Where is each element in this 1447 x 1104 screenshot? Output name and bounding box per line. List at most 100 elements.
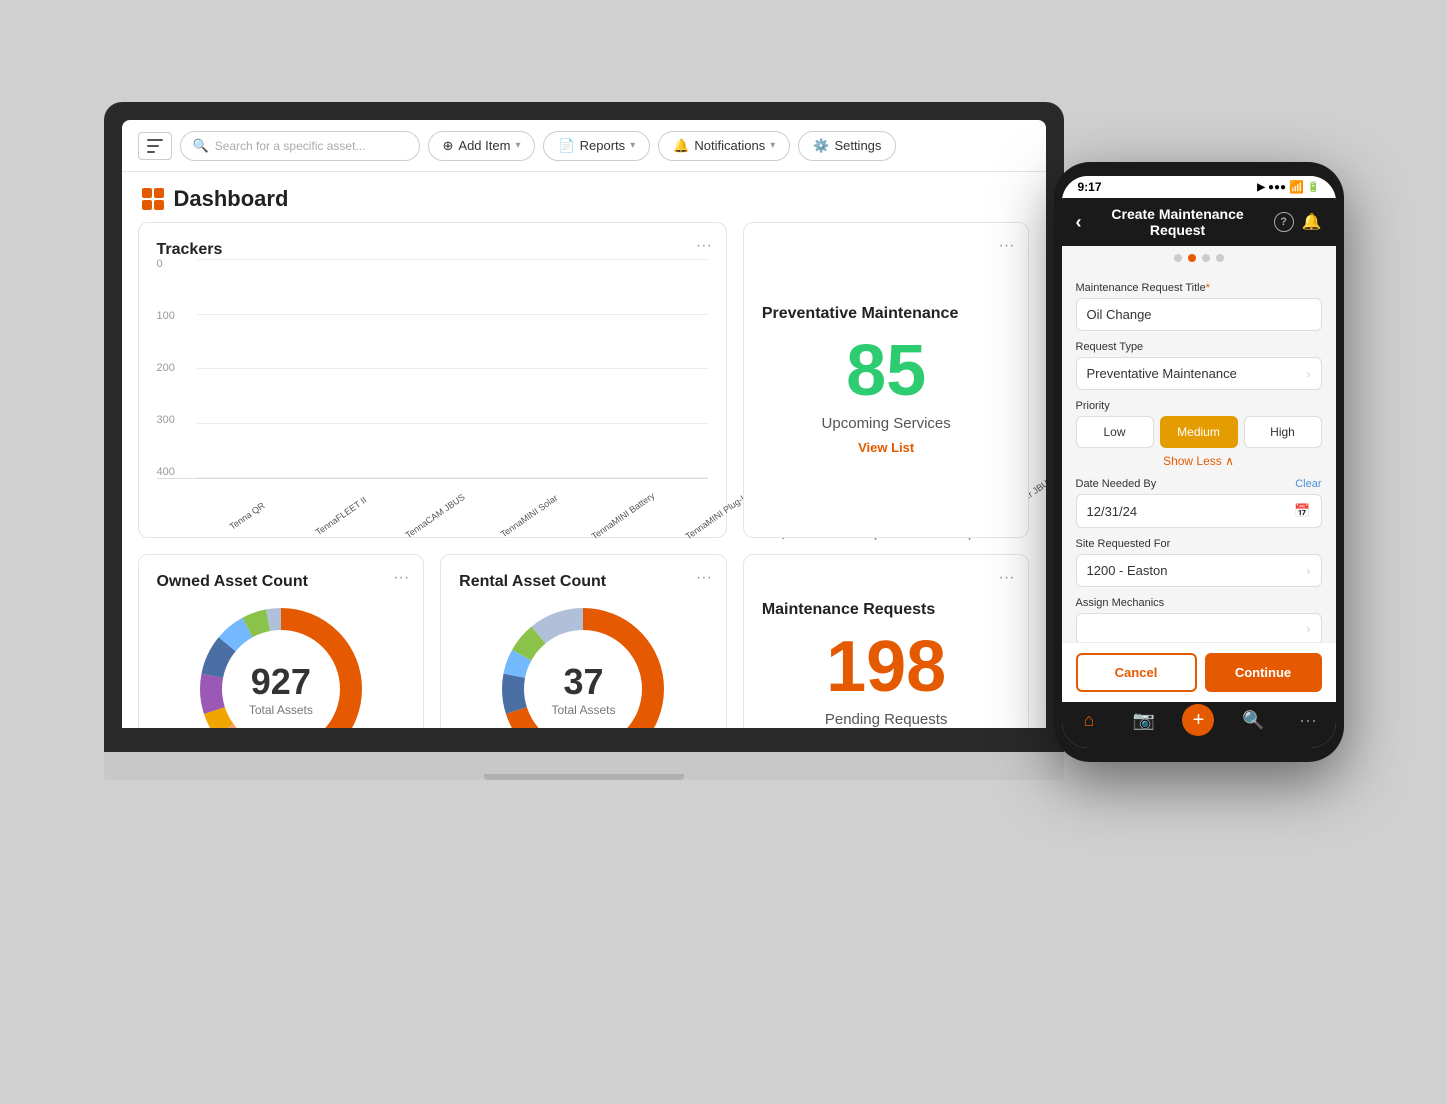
rental-title: Rental Asset Count [459,573,606,590]
reports-button[interactable]: 📄 Reports ▾ [543,131,650,161]
laptop-outer: 🔍 Search for a specific asset... ⊕ Add I… [104,102,1064,752]
rental-donut: 37 Total Assets [493,599,673,728]
settings-label: Settings [834,138,881,153]
bar-labels-row: Tenna QRTennaFLEET IITennaCAM JBUSTennaM… [157,481,708,521]
dot-4 [1216,254,1224,262]
priority-high-button[interactable]: High [1244,416,1322,448]
show-less-button[interactable]: Show Less ∧ [1076,454,1322,468]
trackers-card: Trackers ··· 400 300 200 100 0 [138,222,727,538]
add-item-chevron: ▾ [515,140,520,151]
settings-button[interactable]: ⚙️ Settings [798,131,896,161]
phone-bell-icon[interactable]: 🔔 [1302,212,1322,232]
tab-add[interactable]: + [1171,710,1226,736]
bar-label-0: Tenna QR [211,489,295,561]
page-header: Dashboard [122,172,1046,222]
laptop-base [104,752,1064,780]
owned-donut: 927 Total Assets [191,599,371,728]
phone-form: Maintenance Request Title* Oil Change Re… [1062,270,1336,642]
date-clear-button[interactable]: Clear [1295,478,1321,490]
mechanics-chevron: › [1307,622,1311,636]
site-select[interactable]: 1200 - Easton › [1076,554,1322,587]
home-icon: ⌂ [1083,710,1094,731]
tab-home[interactable]: ⌂ [1062,710,1117,736]
owned-donut-container: 927 Total Assets [157,599,406,728]
rental-donut-center: 37 Total Assets [551,661,615,717]
rental-number: 37 [551,661,615,703]
site-value: 1200 - Easton [1087,563,1168,578]
settings-icon: ⚙️ [813,138,829,154]
search-icon: 🔍 [193,138,209,154]
notifications-button[interactable]: 🔔 Notifications ▾ [658,131,790,161]
pm-view-list[interactable]: View List [858,440,914,455]
date-label: Date Needed By [1076,478,1157,490]
mr-number: 198 [826,631,946,703]
laptop: 🔍 Search for a specific asset... ⊕ Add I… [104,102,1064,962]
continue-button[interactable]: Continue [1205,653,1322,692]
reports-chevron: ▾ [630,140,635,151]
rental-menu[interactable]: ··· [696,569,712,587]
dot-3 [1202,254,1210,262]
owned-title: Owned Asset Count [157,573,308,590]
search-tab-icon: 🔍 [1242,710,1264,731]
phone-screen: 9:17 ▶ ●●● 📶 🔋 ‹ Create Maintenance Requ… [1062,176,1336,748]
tab-camera[interactable]: 📷 [1116,710,1171,736]
dashboard-icon [142,188,164,210]
owned-sublabel: Total Assets [249,703,313,717]
maintenance-requests-card: Maintenance Requests ··· 198 Pending Req… [743,554,1030,728]
priority-medium-button[interactable]: Medium [1160,416,1238,448]
navbar: 🔍 Search for a specific asset... ⊕ Add I… [122,120,1046,172]
title-label: Maintenance Request Title* [1076,282,1322,294]
more-icon: ··· [1299,710,1317,731]
bar-chart-inner: 400 300 200 100 0 [157,259,708,479]
site-label: Site Requested For [1076,538,1322,550]
dashboard-grid: Trackers ··· 400 300 200 100 0 [122,222,1046,728]
mechanics-select[interactable]: › [1076,613,1322,642]
pm-menu[interactable]: ··· [999,237,1015,255]
phone-tab-bar: ⌂ 📷 + 🔍 ··· [1062,702,1336,748]
help-icon[interactable]: ? [1274,212,1294,232]
camera-icon: 📷 [1132,710,1154,731]
add-icon: + [1182,704,1214,736]
request-type-select[interactable]: Preventative Maintenance › [1076,357,1322,390]
add-item-button[interactable]: ⊕ Add Item ▾ [428,131,536,161]
calendar-icon: 📅 [1294,503,1310,519]
rental-sublabel: Total Assets [551,703,615,717]
dot-2 [1188,254,1196,262]
owned-menu[interactable]: ··· [393,569,409,587]
phone-status-bar: 9:17 ▶ ●●● 📶 🔋 [1062,176,1336,198]
mr-menu[interactable]: ··· [999,569,1015,587]
owned-donut-center: 927 Total Assets [249,661,313,717]
date-value: 12/31/24 [1087,504,1138,519]
priority-label: Priority [1076,400,1322,412]
wifi-icon: 📶 [1289,180,1304,194]
laptop-screen: 🔍 Search for a specific asset... ⊕ Add I… [122,120,1046,728]
title-value: Oil Change [1087,307,1152,322]
phone-bottom-actions: Cancel Continue [1062,642,1336,702]
request-type-chevron: › [1307,367,1311,381]
priority-low-button[interactable]: Low [1076,416,1154,448]
date-input[interactable]: 12/31/24 📅 [1076,494,1322,528]
cancel-button[interactable]: Cancel [1076,653,1197,692]
phone-nav-title: Create Maintenance Request [1090,206,1266,238]
rental-donut-container: 37 Total Assets [459,599,708,728]
filter-icon [147,139,163,153]
reports-label: Reports [580,138,626,153]
notifications-chevron: ▾ [770,140,775,151]
rental-asset-card: Rental Asset Count ··· 37 Total Assets [440,554,727,728]
tab-more[interactable]: ··· [1281,710,1336,736]
phone-back-button[interactable]: ‹ [1076,212,1082,233]
mr-title: Maintenance Requests [762,601,935,619]
owned-asset-card: Owned Asset Count ··· 927 Total Assets [138,554,425,728]
battery-icon: 🔋 [1307,182,1319,193]
filter-button[interactable] [138,132,172,160]
page-title: Dashboard [174,186,289,212]
preventative-maintenance-card: Preventative Maintenance ··· 85 Upcoming… [743,222,1030,538]
trackers-menu[interactable]: ··· [696,237,712,255]
maintenance-title-input[interactable]: Oil Change [1076,298,1322,331]
search-bar[interactable]: 🔍 Search for a specific asset... [180,131,420,161]
add-item-label: Add Item [458,138,510,153]
tab-search[interactable]: 🔍 [1226,710,1281,736]
phone-status-icons: ▶ ●●● 📶 🔋 [1257,180,1319,194]
y-axis: 400 300 200 100 0 [157,259,175,478]
pm-title: Preventative Maintenance [762,305,959,323]
